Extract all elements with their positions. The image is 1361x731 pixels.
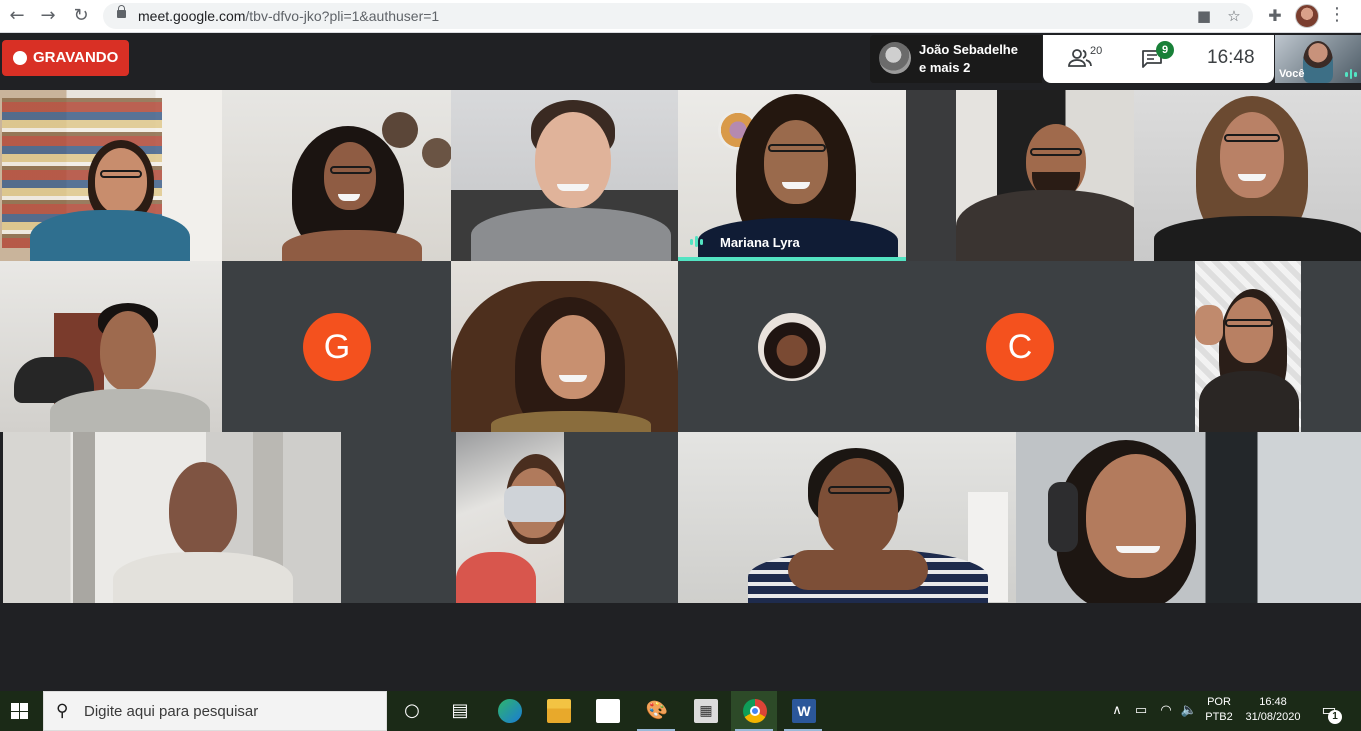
back-icon[interactable]: ← [6, 6, 28, 28]
recording-badge: GRAVANDO [2, 40, 129, 76]
video-tile[interactable] [1134, 261, 1361, 432]
search-placeholder: Digite aqui para pesquisar [84, 703, 259, 720]
calculator-button[interactable]: ▦ [682, 691, 728, 731]
video-tile[interactable] [451, 261, 678, 432]
system-clock-time: 16:48 [1259, 696, 1287, 708]
lock-icon[interactable] [117, 5, 126, 18]
store-button[interactable] [584, 691, 630, 731]
forward-icon[interactable]: → [37, 6, 59, 28]
url-text[interactable]: meet.google.com/tbv-dfvo-jko?pli=1&authu… [138, 8, 439, 24]
task-view-button[interactable]: ▤ [436, 691, 482, 731]
people-count: 20 [1090, 45, 1103, 57]
volume-icon[interactable]: 🔈 [1180, 702, 1198, 720]
store-bag-icon [596, 699, 620, 723]
edge-taskbar-button[interactable] [486, 691, 532, 731]
chevron-up-icon[interactable]: ∧ [1108, 702, 1126, 720]
video-camera-icon[interactable]: ■ [1195, 7, 1213, 25]
participant-video-feed [456, 432, 566, 603]
chrome-icon [743, 699, 767, 723]
video-tile[interactable] [3, 432, 341, 603]
folder-icon [547, 699, 571, 723]
meeting-clock: 16:48 [1207, 47, 1255, 68]
video-tile[interactable] [1134, 90, 1361, 261]
paint-button[interactable]: 🎨 [633, 691, 679, 731]
windows-logo-icon [11, 703, 28, 719]
language-line2: PTB2 [1205, 711, 1233, 723]
reload-icon[interactable]: ↻ [70, 6, 92, 28]
presenter-avatar [879, 42, 911, 74]
self-video-feed [1303, 41, 1333, 83]
video-tile[interactable] [678, 432, 1016, 603]
edge-icon [498, 699, 522, 723]
video-tile[interactable]: C [906, 261, 1134, 432]
task-view-icon: ▤ [451, 700, 469, 721]
profile-avatar[interactable] [1295, 4, 1319, 28]
participant-initial-avatar: C [986, 313, 1054, 381]
recording-label: GRAVANDO [33, 49, 119, 66]
taskbar-search-box[interactable]: ⚲ Digite aqui para pesquisar [43, 691, 387, 731]
audio-level-icon [1345, 69, 1358, 79]
video-tile[interactable] [341, 432, 678, 603]
speaking-indicator-icon [690, 236, 703, 247]
video-tile[interactable] [0, 90, 222, 261]
palette-icon: 🎨 [645, 700, 669, 721]
video-tile[interactable]: G [222, 261, 451, 432]
chat-count-badge: 9 [1156, 41, 1174, 59]
video-tile[interactable] [678, 261, 906, 432]
meet-top-bar: GRAVANDO João Sebadelhe e mais 2 20 9 16… [0, 33, 1361, 90]
language-line1: POR [1207, 696, 1231, 708]
meeting-info-panel: 20 9 16:48 [1043, 35, 1274, 83]
presenter-name: João Sebadelhe e mais 2 [919, 41, 1039, 77]
notification-count-badge: 1 [1328, 710, 1342, 724]
file-explorer-button[interactable] [535, 691, 581, 731]
wifi-icon[interactable]: ◠ [1157, 702, 1175, 720]
word-taskbar-button[interactable]: W [780, 691, 826, 731]
self-label: Você [1279, 68, 1305, 80]
presenter-name-line2: e mais 2 [919, 60, 971, 75]
video-tile[interactable] [0, 261, 222, 432]
language-indicator[interactable]: POR PTB2 [1203, 695, 1235, 725]
puzzle-icon[interactable]: ✚ [1265, 6, 1285, 26]
cortana-button[interactable]: ○ [388, 691, 434, 731]
system-clock-date: 31/08/2020 [1245, 711, 1301, 723]
participant-photo-avatar [758, 313, 826, 381]
word-icon: W [792, 699, 816, 723]
self-view-tile[interactable]: Você [1275, 35, 1361, 83]
star-icon[interactable]: ☆ [1225, 7, 1243, 25]
recording-dot-icon [13, 51, 27, 65]
video-tile[interactable] [906, 90, 1134, 261]
start-button[interactable] [0, 691, 40, 731]
video-tile[interactable] [222, 90, 451, 261]
more-vert-icon[interactable]: ⋮ [1328, 5, 1346, 27]
video-tile[interactable] [1016, 432, 1361, 603]
system-clock[interactable]: 16:48 31/08/2020 [1240, 695, 1306, 725]
windows-taskbar: ⚲ Digite aqui para pesquisar ○ ▤ 🎨 ▦ W ∧… [0, 691, 1361, 731]
presenter-chip[interactable]: João Sebadelhe e mais 2 [870, 35, 1042, 83]
search-icon: ⚲ [56, 701, 69, 721]
presenter-name-line1: João Sebadelhe [919, 42, 1018, 57]
battery-icon[interactable]: ▭ [1132, 702, 1150, 720]
calculator-icon: ▦ [694, 699, 718, 723]
address-bar[interactable]: meet.google.com/tbv-dfvo-jko?pli=1&authu… [103, 3, 1253, 29]
chrome-taskbar-button[interactable] [731, 691, 777, 731]
cortana-icon: ○ [404, 700, 420, 721]
participant-video-feed [1195, 261, 1301, 432]
participant-initial-avatar: G [303, 313, 371, 381]
video-tile[interactable]: Mariana Lyra [678, 90, 906, 261]
browser-toolbar: ← → ↻ meet.google.com/tbv-dfvo-jko?pli=1… [0, 0, 1361, 33]
participant-name: Mariana Lyra [720, 235, 800, 250]
video-tile[interactable] [451, 90, 678, 261]
